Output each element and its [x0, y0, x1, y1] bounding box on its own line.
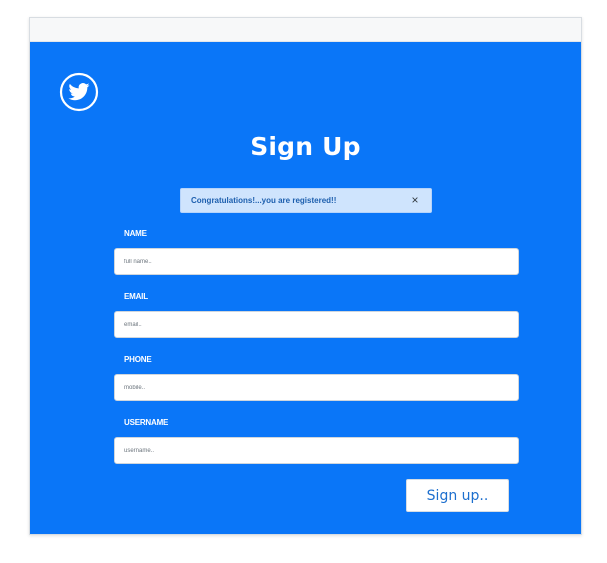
username-field[interactable]: [114, 437, 519, 464]
page-title: Sign Up: [250, 132, 361, 161]
phone-label: PHONE: [124, 355, 152, 364]
name-field[interactable]: [114, 248, 519, 275]
email-field[interactable]: [114, 311, 519, 338]
twitter-bird-icon: [59, 72, 99, 112]
close-icon[interactable]: ×: [409, 194, 421, 206]
signup-panel: Sign Up Congratulations!...you are regis…: [30, 42, 581, 534]
success-alert: Congratulations!...you are registered!! …: [180, 188, 432, 213]
name-label: NAME: [124, 229, 147, 238]
card-header-strip: [30, 18, 581, 42]
email-label: EMAIL: [124, 292, 148, 301]
username-label: USERNAME: [124, 418, 169, 427]
signup-button[interactable]: Sign up..: [406, 479, 509, 512]
alert-message: Congratulations!...you are registered!!: [191, 196, 337, 205]
phone-field[interactable]: [114, 374, 519, 401]
signup-card: Sign Up Congratulations!...you are regis…: [29, 17, 582, 535]
